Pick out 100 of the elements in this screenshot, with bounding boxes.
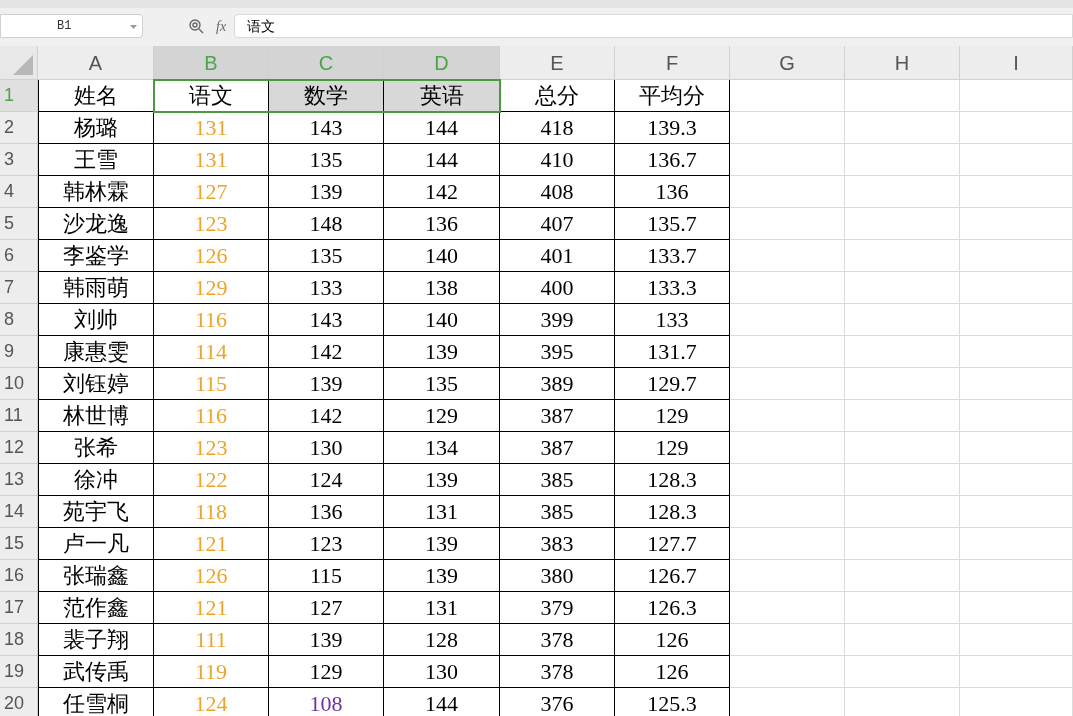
row-header[interactable]: 10 (0, 368, 38, 400)
table-cell: 131 (384, 592, 500, 624)
table-cell: 128.3 (615, 496, 730, 528)
name-box[interactable]: B1 (0, 14, 143, 38)
row-header[interactable]: 8 (0, 304, 38, 336)
table-cell: 127.7 (615, 528, 730, 560)
table-cell: 139.3 (615, 112, 730, 144)
table-cell: 136 (269, 496, 384, 528)
function-button[interactable]: fx (216, 16, 227, 37)
formula-text: 语文 (247, 16, 276, 36)
table-cell: 142 (384, 176, 500, 208)
table-cell: 126 (615, 656, 730, 688)
row-header[interactable]: 20 (0, 688, 38, 716)
table-cell: 135 (269, 144, 384, 176)
triangle-icon (13, 55, 33, 75)
table-cell: 383 (500, 528, 615, 560)
column-header[interactable]: G (730, 46, 845, 80)
row-header[interactable]: 3 (0, 144, 38, 176)
table-cell: 139 (384, 336, 500, 368)
table-cell: 116 (154, 304, 269, 336)
table-cell: 133 (615, 304, 730, 336)
table-cell: 143 (269, 304, 384, 336)
table-cell: 407 (500, 208, 615, 240)
table-cell: 139 (384, 528, 500, 560)
row-header[interactable]: 7 (0, 272, 38, 304)
column-header[interactable]: H (845, 46, 960, 80)
table-cell: 裴子翔 (38, 624, 154, 656)
table-cell: 平均分 (615, 80, 730, 112)
cell-reference: B1 (57, 18, 72, 35)
table-cell: 408 (500, 176, 615, 208)
column-header[interactable]: E (500, 46, 615, 80)
row-header[interactable]: 11 (0, 400, 38, 432)
zoom-icon[interactable] (189, 19, 204, 34)
table-cell: 张希 (38, 432, 154, 464)
table-cell: 410 (500, 144, 615, 176)
table-cell: 135.7 (615, 208, 730, 240)
table-cell: 英语 (384, 80, 500, 112)
table-cell: 131 (154, 112, 269, 144)
table-cell: 128 (384, 624, 500, 656)
table-cell: 126.3 (615, 592, 730, 624)
column-header[interactable]: A (38, 46, 154, 80)
table-cell: 118 (154, 496, 269, 528)
table-cell: 385 (500, 496, 615, 528)
table-cell: 378 (500, 656, 615, 688)
column-header[interactable]: F (615, 46, 730, 80)
table-cell: 133 (269, 272, 384, 304)
table-cell: 任雪桐 (38, 688, 154, 716)
table-cell: 131.7 (615, 336, 730, 368)
table-cell: 126.7 (615, 560, 730, 592)
table-cell: 111 (154, 624, 269, 656)
row-header[interactable]: 9 (0, 336, 38, 368)
table-cell: 140 (384, 304, 500, 336)
formula-field[interactable]: 语文 (234, 14, 1073, 38)
table-cell: 129 (615, 400, 730, 432)
row-header[interactable]: 13 (0, 464, 38, 496)
table-cell: 116 (154, 400, 269, 432)
table-cell: 380 (500, 560, 615, 592)
table-cell: 133.3 (615, 272, 730, 304)
table-cell: 142 (269, 400, 384, 432)
row-header[interactable]: 12 (0, 432, 38, 464)
table-cell: 126 (615, 624, 730, 656)
table-cell: 399 (500, 304, 615, 336)
table-cell: 139 (384, 464, 500, 496)
row-header[interactable]: 16 (0, 560, 38, 592)
table-cell: 总分 (500, 80, 615, 112)
table-cell: 121 (154, 592, 269, 624)
column-header[interactable]: I (960, 46, 1073, 80)
table-cell: 395 (500, 336, 615, 368)
row-header[interactable]: 18 (0, 624, 38, 656)
row-header[interactable]: 17 (0, 592, 38, 624)
row-header[interactable]: 4 (0, 176, 38, 208)
row-header[interactable]: 6 (0, 240, 38, 272)
table-cell: 武传禹 (38, 656, 154, 688)
table-cell: 133.7 (615, 240, 730, 272)
table-cell: 387 (500, 400, 615, 432)
table-cell: 385 (500, 464, 615, 496)
table-cell: 138 (384, 272, 500, 304)
row-header[interactable]: 14 (0, 496, 38, 528)
table-cell: 130 (269, 432, 384, 464)
row-header[interactable]: 15 (0, 528, 38, 560)
row-header[interactable]: 2 (0, 112, 38, 144)
table-cell: 129.7 (615, 368, 730, 400)
table-cell: 136 (615, 176, 730, 208)
table-cell: 139 (269, 624, 384, 656)
row-header[interactable]: 5 (0, 208, 38, 240)
table-cell: 129 (269, 656, 384, 688)
table-cell: 张瑞鑫 (38, 560, 154, 592)
table-cell: 数学 (269, 80, 384, 112)
table-cell: 379 (500, 592, 615, 624)
table-cell: 徐冲 (38, 464, 154, 496)
table-cell: 129 (615, 432, 730, 464)
table-cell: 139 (269, 176, 384, 208)
table-cell: 136 (384, 208, 500, 240)
row-header[interactable]: 19 (0, 656, 38, 688)
table-cell: 李鉴学 (38, 240, 154, 272)
table-cell: 148 (269, 208, 384, 240)
table-cell: 123 (154, 208, 269, 240)
table-cell: 131 (384, 496, 500, 528)
table-cell: 卢一凡 (38, 528, 154, 560)
table-cell: 范作鑫 (38, 592, 154, 624)
